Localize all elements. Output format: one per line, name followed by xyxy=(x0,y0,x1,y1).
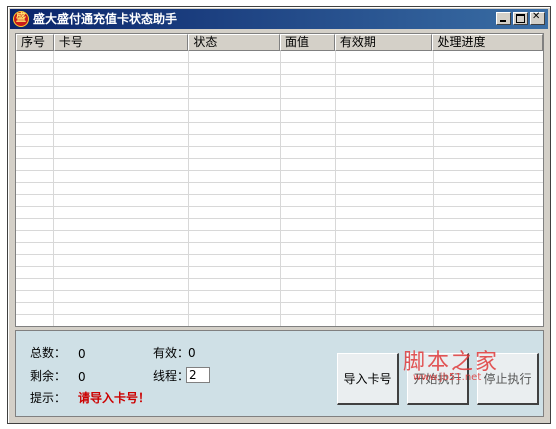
grid-line xyxy=(335,51,336,326)
column-header-card-number[interactable]: 卡号 xyxy=(53,34,189,51)
title-bar[interactable]: 盛 盛大盛付通充值卡状态助手 xyxy=(10,9,548,29)
column-header-status[interactable]: 状态 xyxy=(188,34,281,51)
remaining-label: 剩余： xyxy=(30,369,67,383)
valid-label: 有效： xyxy=(153,346,190,360)
threads-input[interactable]: 2 xyxy=(186,367,210,383)
app-logo-icon: 盛 xyxy=(13,11,29,27)
column-header-progress[interactable]: 处理进度 xyxy=(432,34,543,51)
column-header-index[interactable]: 序号 xyxy=(16,34,54,51)
control-panel: 总数： 0 有效： 0 剩余： 0 线程： 2 提示： 请导入卡号！ 导入卡号 … xyxy=(15,330,544,417)
card-list-table[interactable]: 序号 卡号 状态 面值 有效期 处理进度 xyxy=(15,33,544,327)
window-title: 盛大盛付通充值卡状态助手 xyxy=(33,12,178,26)
close-icon[interactable] xyxy=(530,11,545,25)
grid-line xyxy=(433,51,434,326)
table-body[interactable] xyxy=(16,51,543,326)
column-header-face-value[interactable]: 面值 xyxy=(280,34,335,51)
import-cards-button[interactable]: 导入卡号 xyxy=(337,353,399,405)
app-window: 盛 盛大盛付通充值卡状态助手 序号 卡号 状态 面值 有效期 处理进度 总数： … xyxy=(7,6,551,424)
valid-value: 0 xyxy=(188,346,196,360)
total-label: 总数： xyxy=(30,346,67,360)
minimize-icon[interactable] xyxy=(496,12,511,25)
maximize-icon[interactable] xyxy=(513,12,528,25)
hint-label: 提示： xyxy=(30,391,67,405)
remaining-value: 0 xyxy=(78,370,86,384)
column-header-expiry[interactable]: 有效期 xyxy=(334,34,433,51)
grid-line xyxy=(280,51,281,326)
start-button[interactable]: 开始执行 xyxy=(407,353,469,405)
grid-line xyxy=(53,51,54,326)
grid-line xyxy=(188,51,189,326)
stop-button[interactable]: 停止执行 xyxy=(477,353,539,405)
table-header: 序号 卡号 状态 面值 有效期 处理进度 xyxy=(16,34,543,51)
threads-label: 线程： xyxy=(153,369,190,383)
hint-message: 请导入卡号！ xyxy=(78,391,151,405)
total-value: 0 xyxy=(78,347,86,361)
